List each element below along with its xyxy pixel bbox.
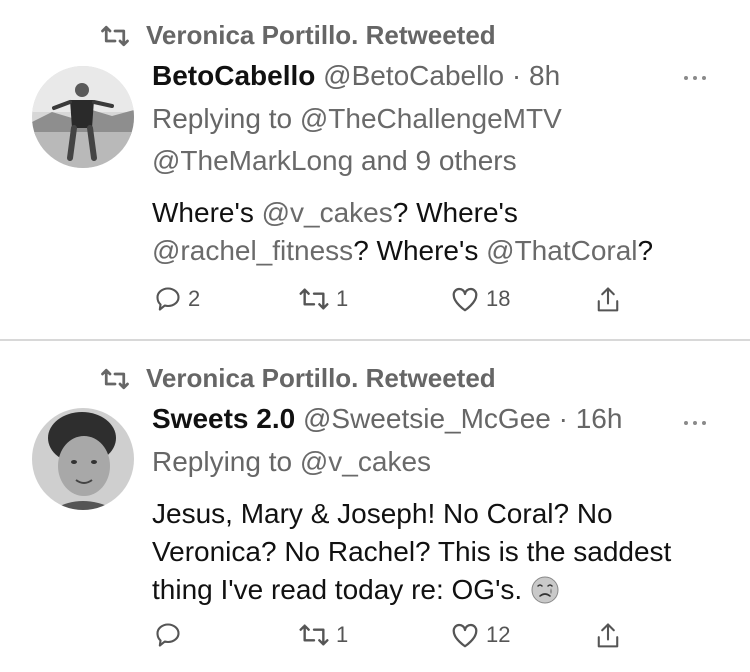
display-name[interactable]: Sweets 2.0 <box>152 403 295 434</box>
more-icon[interactable] <box>684 76 706 80</box>
like-button[interactable]: 18 <box>450 285 510 313</box>
tweet-body: Jesus, Mary & Joseph! No Coral? No Veron… <box>152 498 672 605</box>
avatar-photo <box>32 408 134 510</box>
timestamp[interactable]: 8h <box>529 60 560 91</box>
text-segment: ? <box>637 235 654 266</box>
text-segment: ? Where's <box>353 235 487 266</box>
crying-face-emoji <box>531 576 559 604</box>
others-text[interactable]: and 9 others <box>353 145 517 176</box>
mention-link[interactable]: @ThatCoral <box>486 235 637 266</box>
retweeted-by-text: Veronica Portillo. Retweeted <box>146 20 496 50</box>
avatar[interactable] <box>32 408 134 510</box>
replying-prefix: Replying to <box>152 103 300 134</box>
retweet-button[interactable]: 1 <box>298 621 348 649</box>
reply-button[interactable]: 2 <box>154 285 200 313</box>
tweet[interactable]: Veronica Portillo. Retweeted BetoCabello… <box>0 0 750 340</box>
replying-to: Replying to @TheChallengeMTV @TheMarkLon… <box>152 98 712 182</box>
tweet-text: Where's @v_cakes? Where's @rachel_fitnes… <box>152 194 732 270</box>
replying-to: Replying to @v_cakes <box>152 441 431 483</box>
reply-button[interactable] <box>154 621 188 649</box>
separator-dot: · <box>558 403 568 434</box>
retweet-context: Veronica Portillo. Retweeted <box>100 20 496 51</box>
mention-link[interactable]: @TheChallengeMTV <box>300 103 562 134</box>
share-button[interactable] <box>594 621 622 651</box>
tweet-text: Jesus, Mary & Joseph! No Coral? No Veron… <box>152 495 732 609</box>
user-handle[interactable]: @BetoCabello <box>323 60 504 91</box>
mention-link[interactable]: @rachel_fitness <box>152 235 353 266</box>
retweet-button[interactable]: 1 <box>298 285 348 313</box>
tweet-actions: 2 1 18 <box>154 285 634 321</box>
retweet-icon <box>299 288 329 310</box>
like-button[interactable]: 12 <box>450 621 510 649</box>
avatar-photo <box>32 66 134 168</box>
like-count: 12 <box>486 622 511 647</box>
reply-icon <box>156 287 180 311</box>
reply-count: 2 <box>188 286 201 311</box>
text-segment: ? Where's <box>392 197 518 228</box>
mention-link[interactable]: @TheMarkLong <box>152 145 353 176</box>
retweet-context: Veronica Portillo. Retweeted <box>100 363 496 394</box>
retweet-icon <box>299 624 329 646</box>
tweet[interactable]: Veronica Portillo. Retweeted Sweets 2.0 … <box>0 341 750 672</box>
user-handle[interactable]: @Sweetsie_McGee <box>303 403 551 434</box>
more-icon[interactable] <box>684 421 706 425</box>
tweet-actions: 1 12 <box>154 621 634 657</box>
retweet-count: 1 <box>336 286 349 311</box>
mention-link[interactable]: @v_cakes <box>262 197 393 228</box>
separator-dot: · <box>511 60 522 91</box>
mention-link[interactable]: @v_cakes <box>300 446 431 477</box>
replying-prefix: Replying to <box>152 446 300 477</box>
tweet-header: BetoCabello @BetoCabello · 8h <box>152 60 560 92</box>
like-count: 18 <box>486 286 511 311</box>
display-name[interactable]: BetoCabello <box>152 60 315 91</box>
heart-icon <box>452 623 478 648</box>
retweet-count: 1 <box>336 622 349 647</box>
tweet-header: Sweets 2.0 @Sweetsie_McGee · 16h <box>152 403 622 435</box>
share-icon <box>597 623 619 648</box>
avatar[interactable] <box>32 66 134 168</box>
timestamp[interactable]: 16h <box>576 403 623 434</box>
share-icon <box>597 287 619 312</box>
retweet-icon <box>101 25 129 46</box>
retweeted-by-text: Veronica Portillo. Retweeted <box>146 363 496 393</box>
reply-icon <box>156 623 180 647</box>
share-button[interactable] <box>594 285 622 315</box>
text-segment: Where's <box>152 197 262 228</box>
retweet-icon <box>101 368 129 389</box>
heart-icon <box>452 287 478 312</box>
